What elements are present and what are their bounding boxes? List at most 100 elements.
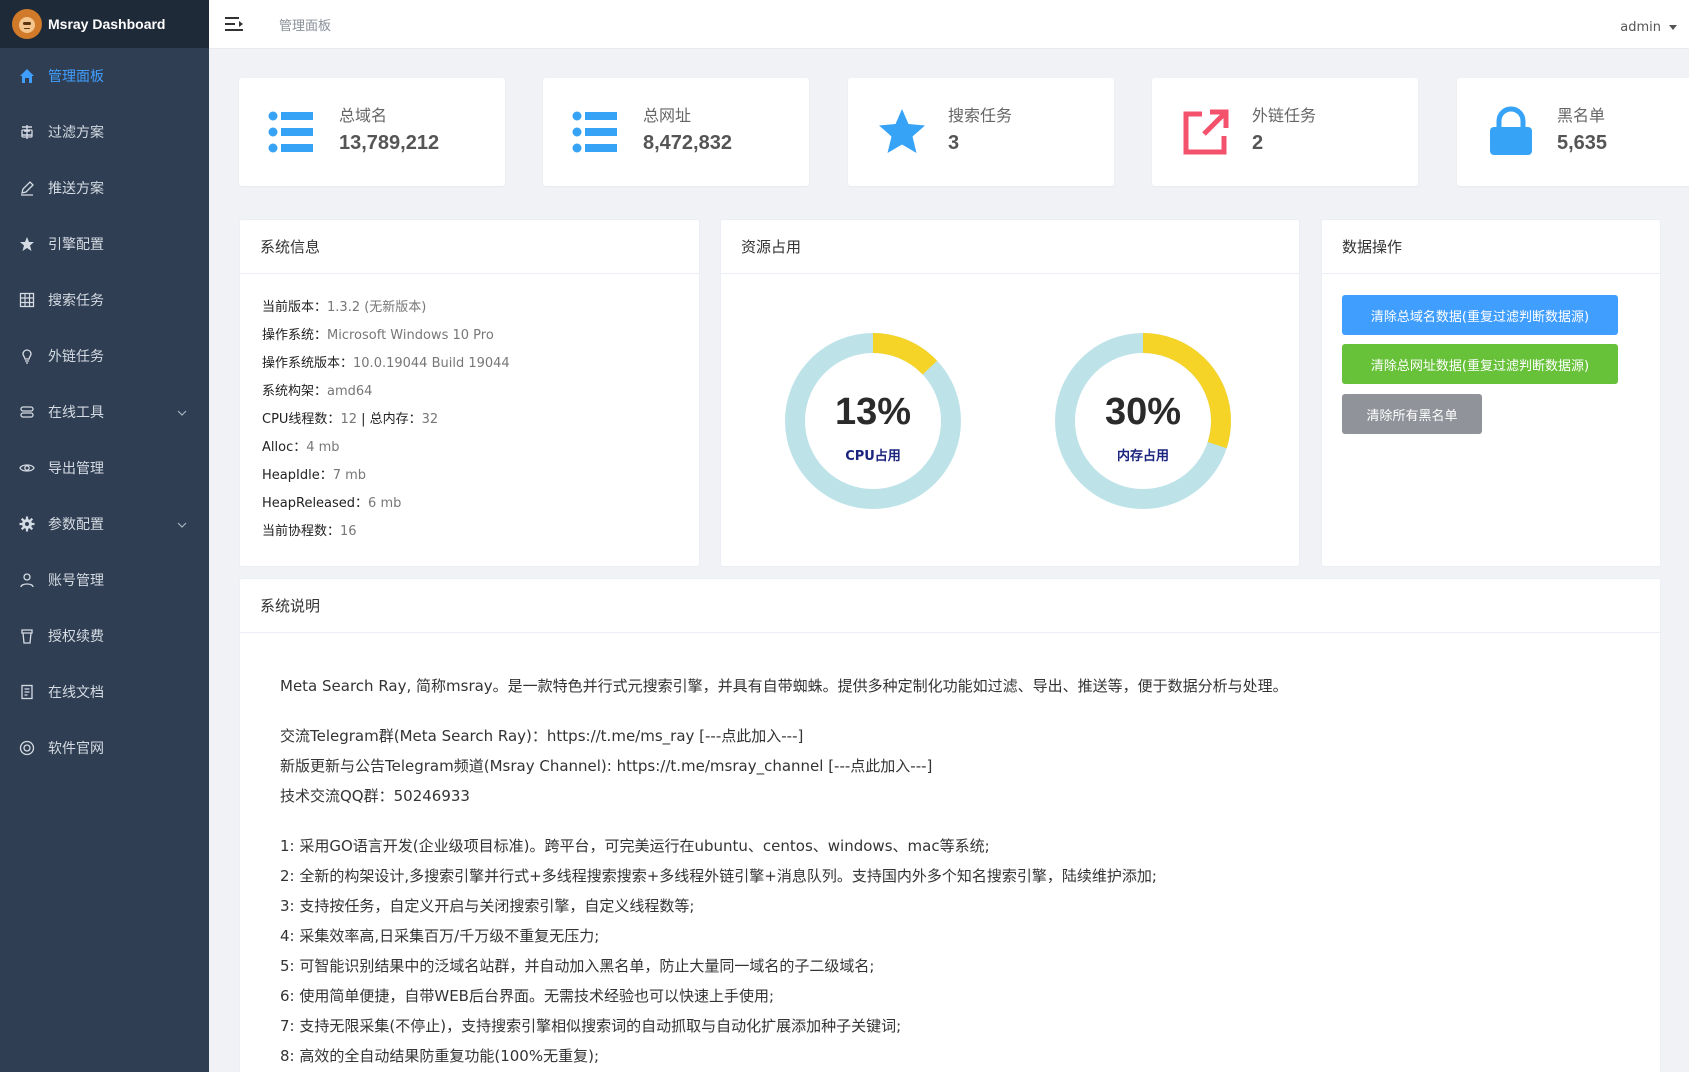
stat-label: 搜索任务: [948, 106, 1013, 125]
info-key: HeapIdle：: [262, 468, 333, 483]
breadcrumb[interactable]: 管理面板: [279, 15, 331, 34]
info-row: 操作系统版本：10.0.19044 Build 19044: [262, 350, 699, 378]
description-panel: 系统说明 Meta Search Ray, 简称msray。是一款特色并行式元搜…: [239, 578, 1661, 1072]
star-icon: [18, 235, 36, 253]
sidebar-item[interactable]: 参数配置: [0, 496, 209, 552]
info-value: 12: [340, 412, 357, 427]
sidebar-item[interactable]: 引擎配置: [0, 216, 209, 272]
gear-icon: [18, 515, 36, 533]
sidebar-item-label: 导出管理: [48, 461, 104, 477]
system-info-panel: 系统信息 当前版本：1.3.2 (无新版本) 操作系统：Microsoft Win…: [239, 219, 700, 567]
sidebar-item-label: 参数配置: [48, 517, 104, 533]
resource-panel: 资源占用 13% CPU占用 30% 内存占用: [720, 219, 1300, 567]
sidebar-item[interactable]: 过滤方案: [0, 104, 209, 160]
stat-label: 总网址: [643, 106, 692, 125]
stat-card[interactable]: 黑名单 5,635: [1457, 78, 1689, 186]
clear-data-button[interactable]: 清除所有黑名单: [1342, 394, 1482, 434]
info-row: HeapReleased：6 mb: [262, 490, 699, 518]
sidebar-item-label: 在线文档: [48, 685, 104, 701]
data-ops-panel: 数据操作 清除总域名数据(重复过滤判断数据源) 清除总网址数据(重复过滤判断数据源…: [1321, 219, 1661, 567]
feature-line: 5: 可智能识别结果中的泛域名站群，并自动加入黑名单，防止大量同一域名的子二级域…: [280, 957, 875, 975]
feature-line: 1: 采用GO语言开发(企业级项目标准)。跨平台，可完美运行在ubuntu、ce…: [280, 837, 990, 855]
info-value: Microsoft Windows 10 Pro: [327, 328, 494, 343]
contact-line[interactable]: 交流Telegram群(Meta Search Ray)：https://t.m…: [280, 721, 1660, 751]
tools-icon: [18, 403, 36, 421]
list-icon: [267, 106, 319, 158]
cup-icon: [18, 627, 36, 645]
stat-card[interactable]: 总域名 13,789,212: [239, 78, 505, 186]
external-link-icon: [1180, 106, 1232, 158]
stat-label: 总域名: [339, 106, 388, 125]
gauge-percent: 13%: [834, 391, 912, 433]
sidebar-item[interactable]: 推送方案: [0, 160, 209, 216]
sidebar-item[interactable]: 在线文档: [0, 664, 209, 720]
info-value: 7 mb: [332, 468, 367, 483]
sidebar-item-label: 授权续费: [48, 629, 104, 645]
sidebar-item[interactable]: 管理面板: [0, 48, 209, 104]
stat-value: 2: [1252, 132, 1264, 154]
panel-title: 资源占用: [721, 220, 1299, 274]
donut-gauge: 30% 内存占用: [1053, 331, 1233, 511]
document-icon: [18, 683, 36, 701]
info-key: 当前版本：: [262, 300, 328, 315]
lightbulb-icon: [18, 347, 36, 365]
sidebar-item[interactable]: 搜索任务: [0, 272, 209, 328]
info-key: 当前协程数：: [262, 524, 341, 539]
stat-value: 13,789,212: [339, 132, 440, 154]
sidebar-item-label: 过滤方案: [48, 125, 104, 141]
star-icon: [876, 106, 928, 158]
info-row: 当前协程数：16: [262, 518, 699, 546]
info-key: Alloc：: [262, 440, 307, 455]
panel-title: 系统说明: [240, 579, 1660, 633]
feature-line: 3: 支持按任务，自定义开启与关闭搜索引擎，自定义线程数等;: [280, 897, 695, 915]
info-row: HeapIdle：7 mb: [262, 462, 699, 490]
sidebar-item[interactable]: 在线工具: [0, 384, 209, 440]
menu-toggle-icon[interactable]: [225, 17, 243, 31]
sidebar-item[interactable]: 导出管理: [0, 440, 209, 496]
stat-value: 5,635: [1557, 132, 1608, 154]
info-value: 16: [340, 524, 357, 539]
info-key: 操作系统版本：: [262, 356, 354, 371]
sidebar-item-label: 推送方案: [48, 181, 104, 197]
info-key: | 总内存：: [356, 412, 422, 427]
sidebar-item[interactable]: 外链任务: [0, 328, 209, 384]
contact-line[interactable]: 新版更新与公告Telegram频道(Msray Channel): https:…: [280, 751, 1660, 781]
feature-line: 8: 高效的全自动结果防重复功能(100%无重复);: [280, 1047, 600, 1065]
sidebar: Msray Dashboard 管理面板过滤方案推送方案引擎配置搜索任务 外链任务…: [0, 0, 209, 1072]
user-menu[interactable]: admin: [1620, 20, 1677, 35]
clear-data-button[interactable]: 清除总域名数据(重复过滤判断数据源): [1342, 295, 1618, 335]
info-row: 系统构架：amd64: [262, 378, 699, 406]
edit-icon: [18, 179, 36, 197]
info-key: CPU线程数：: [262, 412, 341, 427]
feature-line: 2: 全新的构架设计,多搜索引擎并行式+多线程搜索搜索+多线程外链引擎+消息队列…: [280, 867, 1157, 885]
feature-line: 7: 支持无限采集(不停止)，支持搜索引擎相似搜索词的自动抓取与自动化扩展添加种…: [280, 1017, 902, 1035]
sidebar-item-label: 软件官网: [48, 741, 104, 757]
feature-line: 4: 采集效率高,日采集百万/千万级不重复无压力;: [280, 927, 600, 945]
sidebar-item-label: 引擎配置: [48, 237, 104, 253]
contact-line[interactable]: 技术交流QQ群：50246933: [280, 781, 1660, 811]
panel-title: 数据操作: [1322, 220, 1660, 274]
description-body: Meta Search Ray, 简称msray。是一款特色并行式元搜索引擎，并…: [240, 633, 1660, 1071]
sidebar-nav: 管理面板过滤方案推送方案引擎配置搜索任务 外链任务在线工具导出管理参数配置账号管理…: [0, 48, 209, 776]
stat-card[interactable]: 外链任务 2: [1152, 78, 1418, 186]
sidebar-item[interactable]: 软件官网: [0, 720, 209, 776]
intro-text: Meta Search Ray, 简称msray。是一款特色并行式元搜索引擎，并…: [280, 677, 1288, 695]
chevron-down-icon: [177, 518, 187, 528]
brand[interactable]: Msray Dashboard: [0, 0, 209, 48]
system-info-list: 当前版本：1.3.2 (无新版本) 操作系统：Microsoft Windows …: [240, 274, 699, 546]
sidebar-item[interactable]: 账号管理: [0, 552, 209, 608]
list-icon: [571, 106, 623, 158]
info-row: 当前版本：1.3.2 (无新版本): [262, 294, 699, 322]
info-key: 系统构架：: [262, 384, 328, 399]
panel-title: 系统信息: [240, 220, 699, 274]
caret-down-icon: [1669, 25, 1677, 30]
stat-card[interactable]: 总网址 8,472,832: [543, 78, 809, 186]
sidebar-item[interactable]: 授权续费: [0, 608, 209, 664]
clear-data-button[interactable]: 清除总网址数据(重复过滤判断数据源): [1342, 344, 1618, 384]
info-value: 10.0.19044 Build 19044: [353, 356, 510, 371]
stat-card[interactable]: 搜索任务 3: [848, 78, 1114, 186]
feature-line: 6: 使用简单便捷，自带WEB后台界面。无需技术经验也可以快速上手使用;: [280, 987, 775, 1005]
info-row: Alloc：4 mb: [262, 434, 699, 462]
sidebar-item-label: 在线工具: [48, 405, 104, 421]
stat-label: 黑名单: [1557, 106, 1606, 125]
